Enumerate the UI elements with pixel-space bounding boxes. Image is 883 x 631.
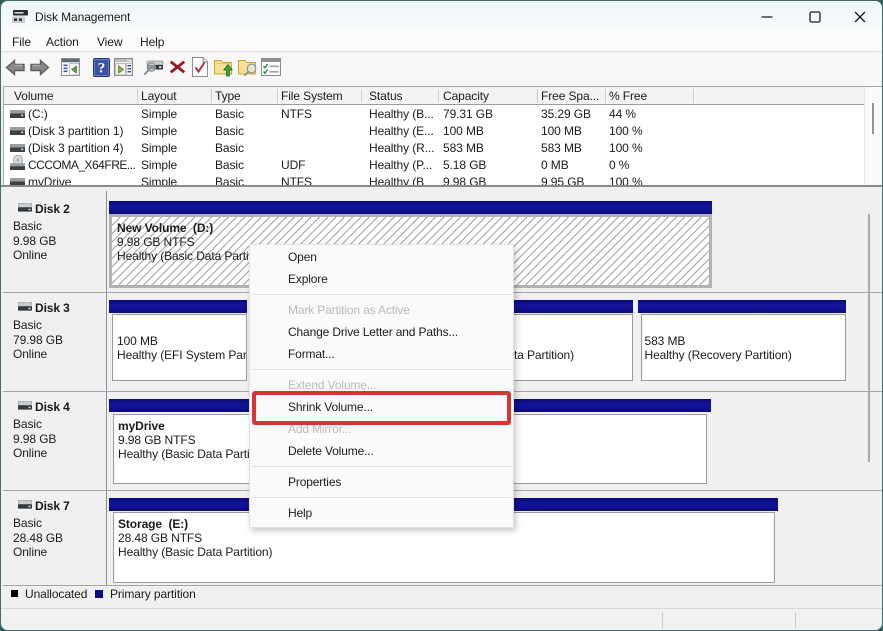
svg-text:?: ? <box>98 61 106 77</box>
